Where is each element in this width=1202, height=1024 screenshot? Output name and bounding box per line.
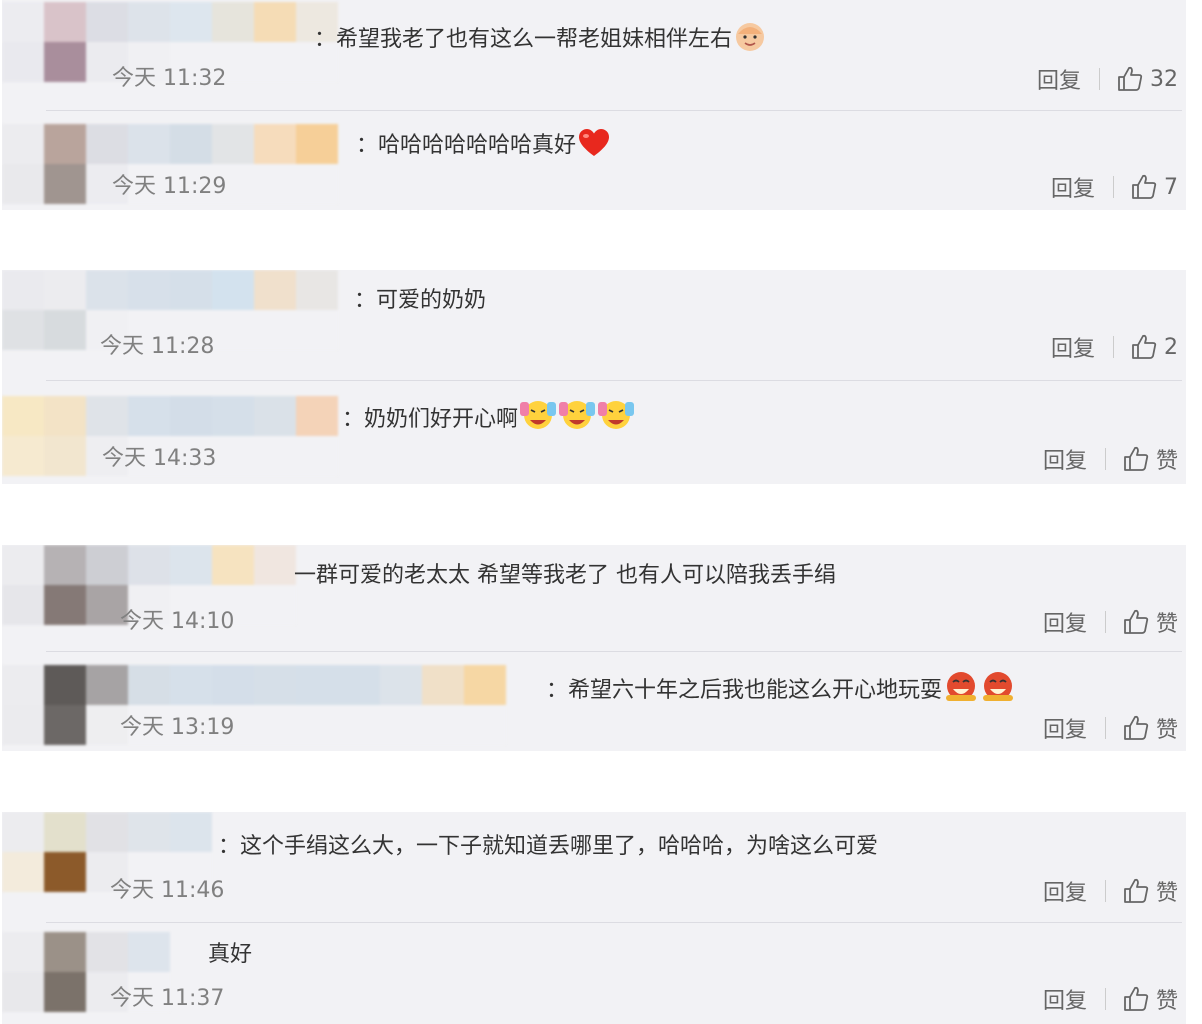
comment-group: ：可爱的奶奶 今天 11:28 回复 2 ：奶奶们好开心啊 今天 14:33 回… — [2, 270, 1186, 484]
thumbs-up-icon — [1116, 65, 1144, 93]
comment-text: 真好 — [208, 942, 253, 967]
cheer-emoji — [558, 398, 596, 441]
comment-time: 今天 14:10 — [120, 609, 235, 634]
thumbs-up-icon — [1122, 445, 1150, 473]
comment-group: ：这个手绢这么大，一下子就知道丢哪里了，哈哈哈，为啥这么可爱 今天 11:46 … — [2, 812, 1186, 1024]
comment-actions: 回复 赞 — [1043, 444, 1178, 474]
comment-text: 一群可爱的老太太 希望等我老了 也有人可以陪我丢手绢 — [294, 563, 836, 588]
thumbs-up-icon — [1122, 985, 1150, 1013]
like-count: 32 — [1150, 66, 1178, 92]
separator — [1113, 336, 1114, 358]
comment-group: 一群可爱的老太太 希望等我老了 也有人可以陪我丢手绢 今天 14:10 回复 赞… — [2, 545, 1186, 751]
like-button[interactable]: 32 — [1116, 65, 1178, 93]
reply-button[interactable]: 回复 — [1043, 606, 1087, 638]
reply-button[interactable]: 回复 — [1043, 983, 1087, 1015]
reply-button[interactable]: 回复 — [1043, 875, 1087, 907]
separator — [1099, 68, 1100, 90]
reply-button[interactable]: 回复 — [1043, 712, 1087, 744]
like-button[interactable]: 赞 — [1122, 712, 1178, 744]
thumbs-up-icon — [1130, 173, 1158, 201]
comment-time: 今天 11:37 — [110, 986, 225, 1011]
cheer-emoji — [519, 398, 557, 441]
like-button[interactable]: 赞 — [1122, 443, 1178, 475]
like-count: 2 — [1164, 334, 1178, 360]
comment-time: 今天 11:28 — [100, 334, 215, 359]
comment-text: ：这个手绢这么大，一下子就知道丢哪里了，哈哈哈，为啥这么可爱 — [218, 834, 879, 859]
comment-actions: 回复 7 — [1051, 171, 1178, 203]
like-button[interactable]: 2 — [1130, 333, 1178, 361]
comment-actions: 回复 赞 — [1043, 876, 1178, 906]
like-label: 赞 — [1155, 718, 1178, 743]
comment-actions: 回复 2 — [1051, 331, 1178, 363]
like-count: 7 — [1164, 174, 1178, 200]
divider — [46, 380, 1182, 381]
comment-time: 今天 11:29 — [112, 174, 227, 199]
comment-text: ：奶奶们好开心啊 — [342, 398, 635, 441]
comment-group: ：希望我老了也有这么一帮老姐妹相伴左右 今天 11:32 回复 32 ：哈哈哈哈… — [2, 0, 1186, 210]
thumbs-up-icon — [1122, 608, 1150, 636]
reply-button[interactable]: 回复 — [1051, 331, 1095, 363]
comment-text: ：哈哈哈哈哈哈哈真好 — [356, 128, 611, 167]
reply-button[interactable]: 回复 — [1043, 443, 1087, 475]
comment-actions: 回复 赞 — [1043, 713, 1178, 743]
laugh-emoji — [943, 669, 979, 712]
reply-button[interactable]: 回复 — [1037, 63, 1081, 95]
comment-time: 今天 14:33 — [102, 446, 217, 471]
blurred-avatar-username — [2, 665, 506, 745]
comment-time: 今天 13:19 — [120, 715, 235, 740]
like-button[interactable]: 赞 — [1122, 983, 1178, 1015]
comment-actions: 回复 赞 — [1043, 984, 1178, 1014]
separator — [1104, 448, 1106, 470]
like-label: 赞 — [1155, 449, 1178, 474]
comment-time: 今天 11:46 — [110, 878, 225, 903]
like-label: 赞 — [1155, 881, 1178, 906]
separator — [1104, 717, 1106, 739]
thumbs-up-icon — [1122, 877, 1150, 905]
comment-actions: 回复 赞 — [1043, 607, 1178, 637]
separator — [1104, 880, 1106, 902]
comment-text: ：可爱的奶奶 — [354, 288, 487, 313]
cheer-emoji — [597, 398, 635, 441]
comment-text: ：希望我老了也有这么一帮老姐妹相伴左右 — [314, 20, 767, 61]
like-label: 赞 — [1155, 989, 1178, 1014]
heart-emoji — [577, 128, 611, 167]
divider — [46, 651, 1182, 652]
comment-time: 今天 11:32 — [112, 66, 227, 91]
separator — [1104, 988, 1106, 1010]
thumbs-up-icon — [1122, 714, 1150, 742]
like-button[interactable]: 赞 — [1122, 875, 1178, 907]
reply-button[interactable]: 回复 — [1051, 171, 1095, 203]
divider — [46, 922, 1182, 923]
laugh-emoji — [980, 669, 1016, 712]
divider — [46, 110, 1182, 111]
comment-actions: 回复 32 — [1037, 63, 1178, 95]
separator — [1104, 611, 1106, 633]
separator — [1113, 176, 1114, 198]
like-button[interactable]: 赞 — [1122, 606, 1178, 638]
baby-emoji — [733, 20, 767, 61]
thumbs-up-icon — [1130, 333, 1158, 361]
like-button[interactable]: 7 — [1130, 173, 1178, 201]
comment-text: ：希望六十年之后我也能这么开心地玩耍 — [546, 669, 1016, 712]
like-label: 赞 — [1155, 612, 1178, 637]
